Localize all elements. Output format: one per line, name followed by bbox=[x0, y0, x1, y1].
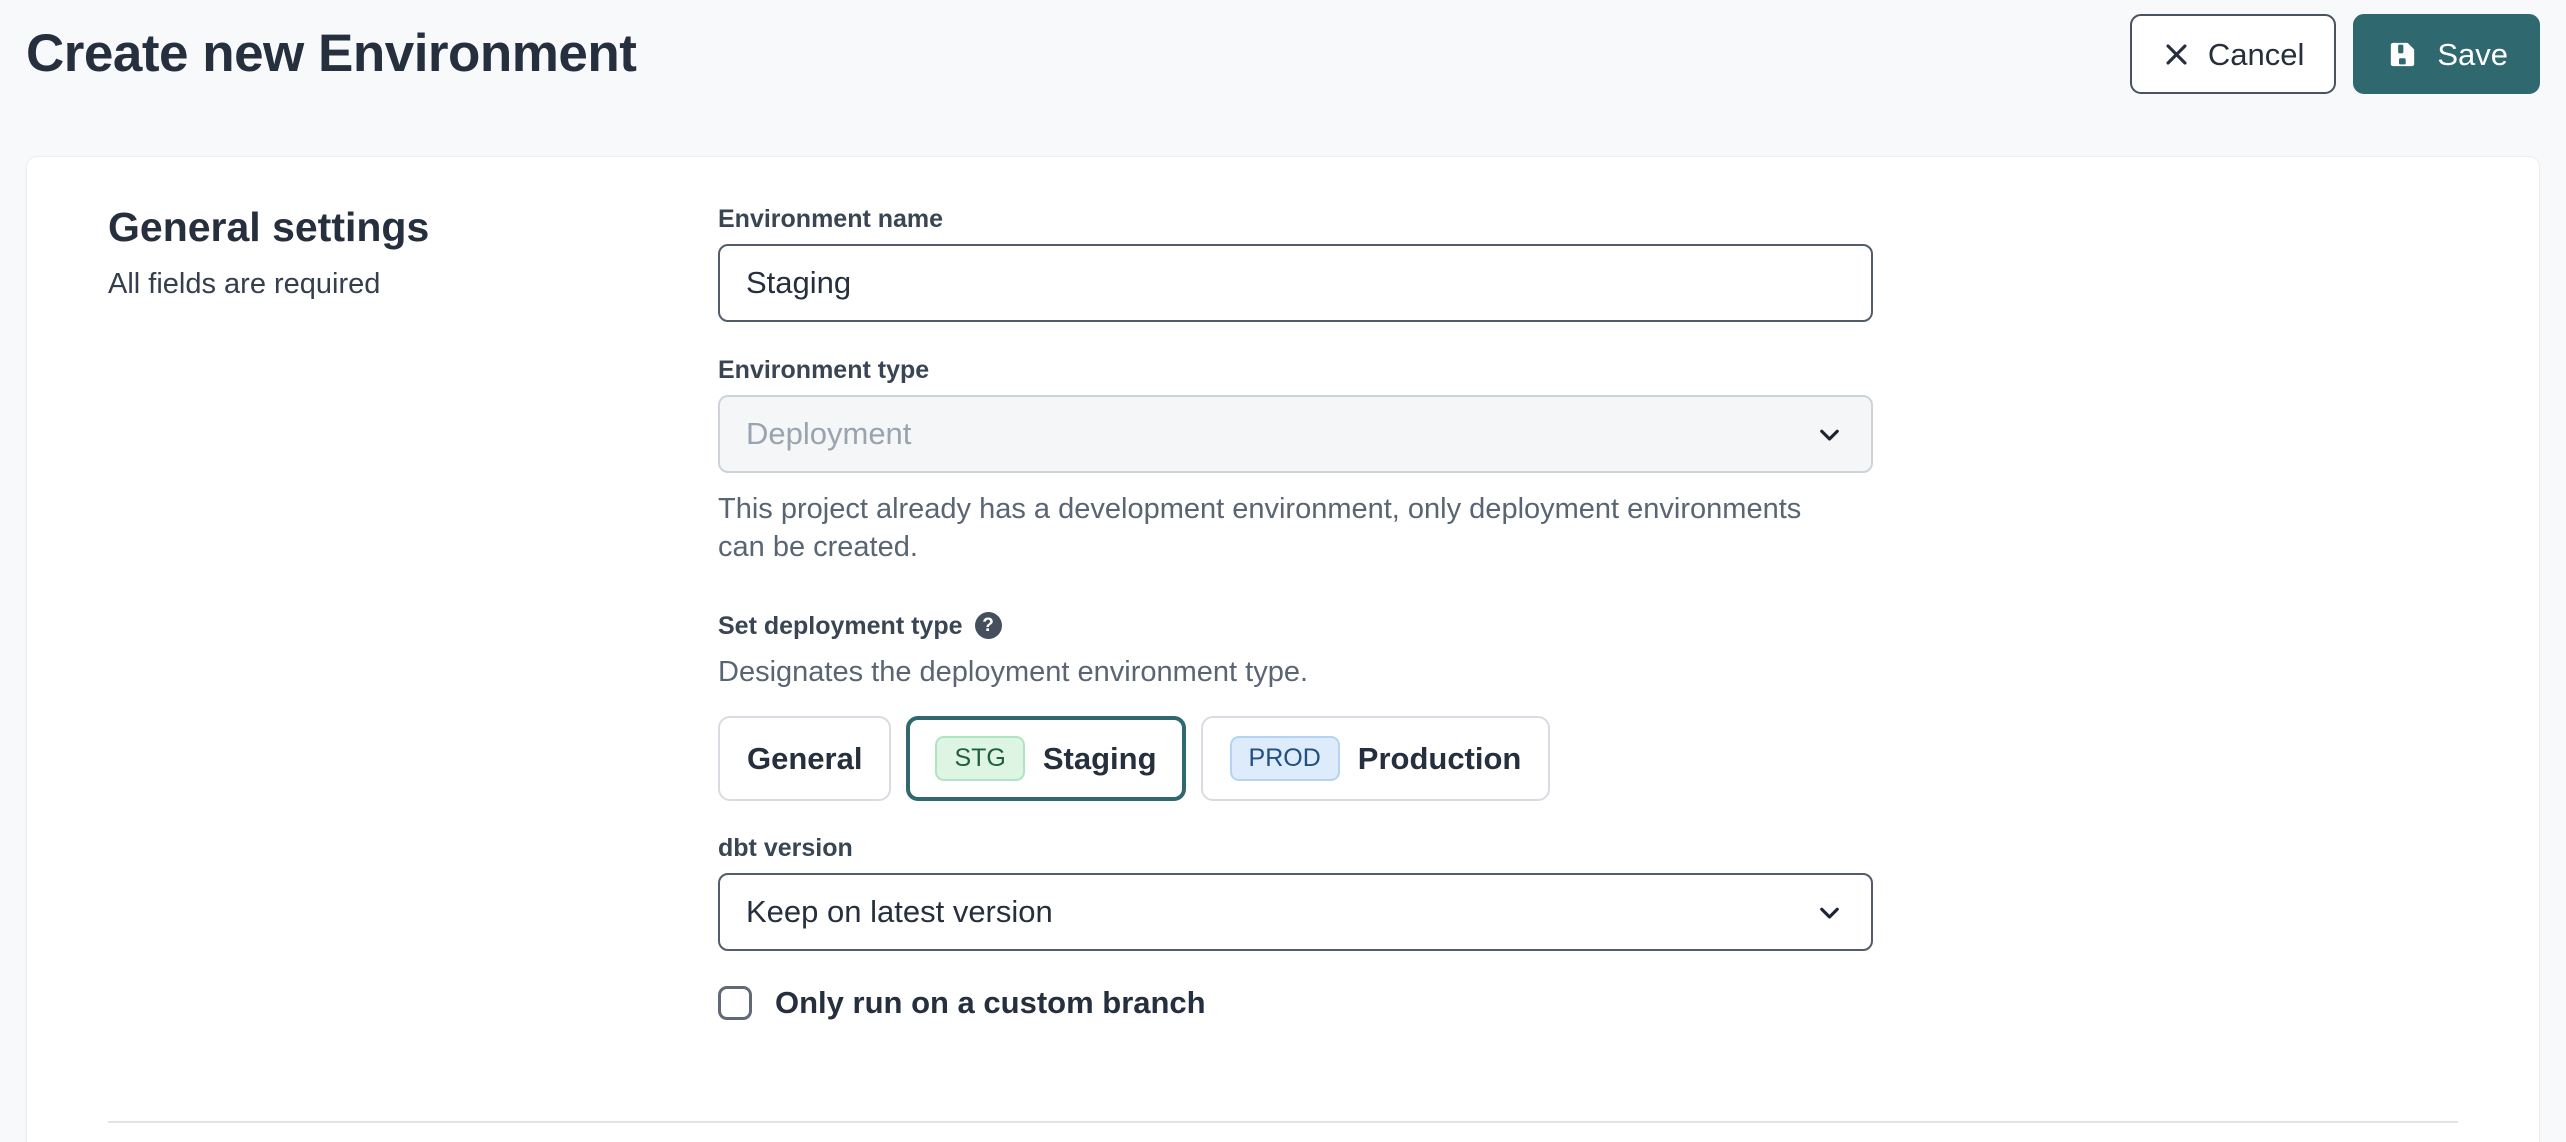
dbt-version-field: dbt version Keep on latest version bbox=[718, 833, 1873, 951]
option-production-label: Production bbox=[1358, 743, 1522, 774]
dbt-version-value: Keep on latest version bbox=[746, 894, 1053, 930]
prod-badge: PROD bbox=[1230, 736, 1340, 781]
deployment-type-option-general[interactable]: General bbox=[718, 716, 891, 801]
deployment-type-options: General STG Staging PROD Production bbox=[718, 716, 1873, 801]
option-staging-label: Staging bbox=[1043, 743, 1157, 774]
cancel-button-label: Cancel bbox=[2208, 39, 2305, 70]
environment-type-select: Deployment bbox=[718, 395, 1873, 473]
section-heading: General settings bbox=[108, 204, 718, 251]
environment-name-field: Environment name bbox=[718, 204, 1873, 322]
cancel-button[interactable]: Cancel bbox=[2130, 14, 2337, 94]
chevron-down-icon bbox=[1814, 419, 1845, 450]
environment-type-helper: This project already has a development e… bbox=[718, 490, 1848, 567]
create-environment-page: Create new Environment Cancel Save Gener… bbox=[0, 0, 2566, 1142]
deployment-type-label: Set deployment type bbox=[718, 611, 963, 641]
page-title: Create new Environment bbox=[26, 25, 636, 83]
environment-type-field: Environment type Deployment This project… bbox=[718, 355, 1873, 567]
section-intro: General settings All fields are required bbox=[54, 204, 718, 304]
environment-type-value: Deployment bbox=[746, 416, 911, 452]
deployment-type-description: Designates the deployment environment ty… bbox=[718, 654, 1873, 692]
environment-form: Environment name Environment type Deploy… bbox=[718, 204, 1873, 1021]
save-button-label: Save bbox=[2437, 39, 2508, 70]
section-subheading: All fields are required bbox=[108, 266, 718, 304]
stg-badge: STG bbox=[935, 736, 1024, 781]
header-actions: Cancel Save bbox=[2130, 14, 2540, 94]
environment-name-input[interactable] bbox=[718, 244, 1873, 322]
help-icon[interactable]: ? bbox=[975, 612, 1002, 639]
dbt-version-label: dbt version bbox=[718, 833, 1873, 863]
close-icon bbox=[2162, 40, 2191, 69]
custom-branch-row: Only run on a custom branch bbox=[718, 985, 1873, 1021]
environment-type-label: Environment type bbox=[718, 355, 1873, 385]
page-header: Create new Environment Cancel Save bbox=[0, 0, 2566, 94]
environment-name-label: Environment name bbox=[718, 204, 1873, 234]
deployment-type-option-production[interactable]: PROD Production bbox=[1201, 716, 1551, 801]
divider bbox=[108, 1121, 2458, 1123]
general-settings-card: General settings All fields are required… bbox=[26, 156, 2540, 1142]
save-button[interactable]: Save bbox=[2353, 14, 2540, 94]
option-general-label: General bbox=[747, 743, 862, 774]
save-icon bbox=[2385, 37, 2420, 72]
deployment-type-field: Set deployment type ? Designates the dep… bbox=[718, 611, 1873, 802]
chevron-down-icon bbox=[1814, 897, 1845, 928]
custom-branch-label[interactable]: Only run on a custom branch bbox=[775, 985, 1206, 1021]
dbt-version-select[interactable]: Keep on latest version bbox=[718, 873, 1873, 951]
custom-branch-checkbox[interactable] bbox=[718, 986, 752, 1020]
deployment-type-option-staging[interactable]: STG Staging bbox=[906, 716, 1185, 801]
